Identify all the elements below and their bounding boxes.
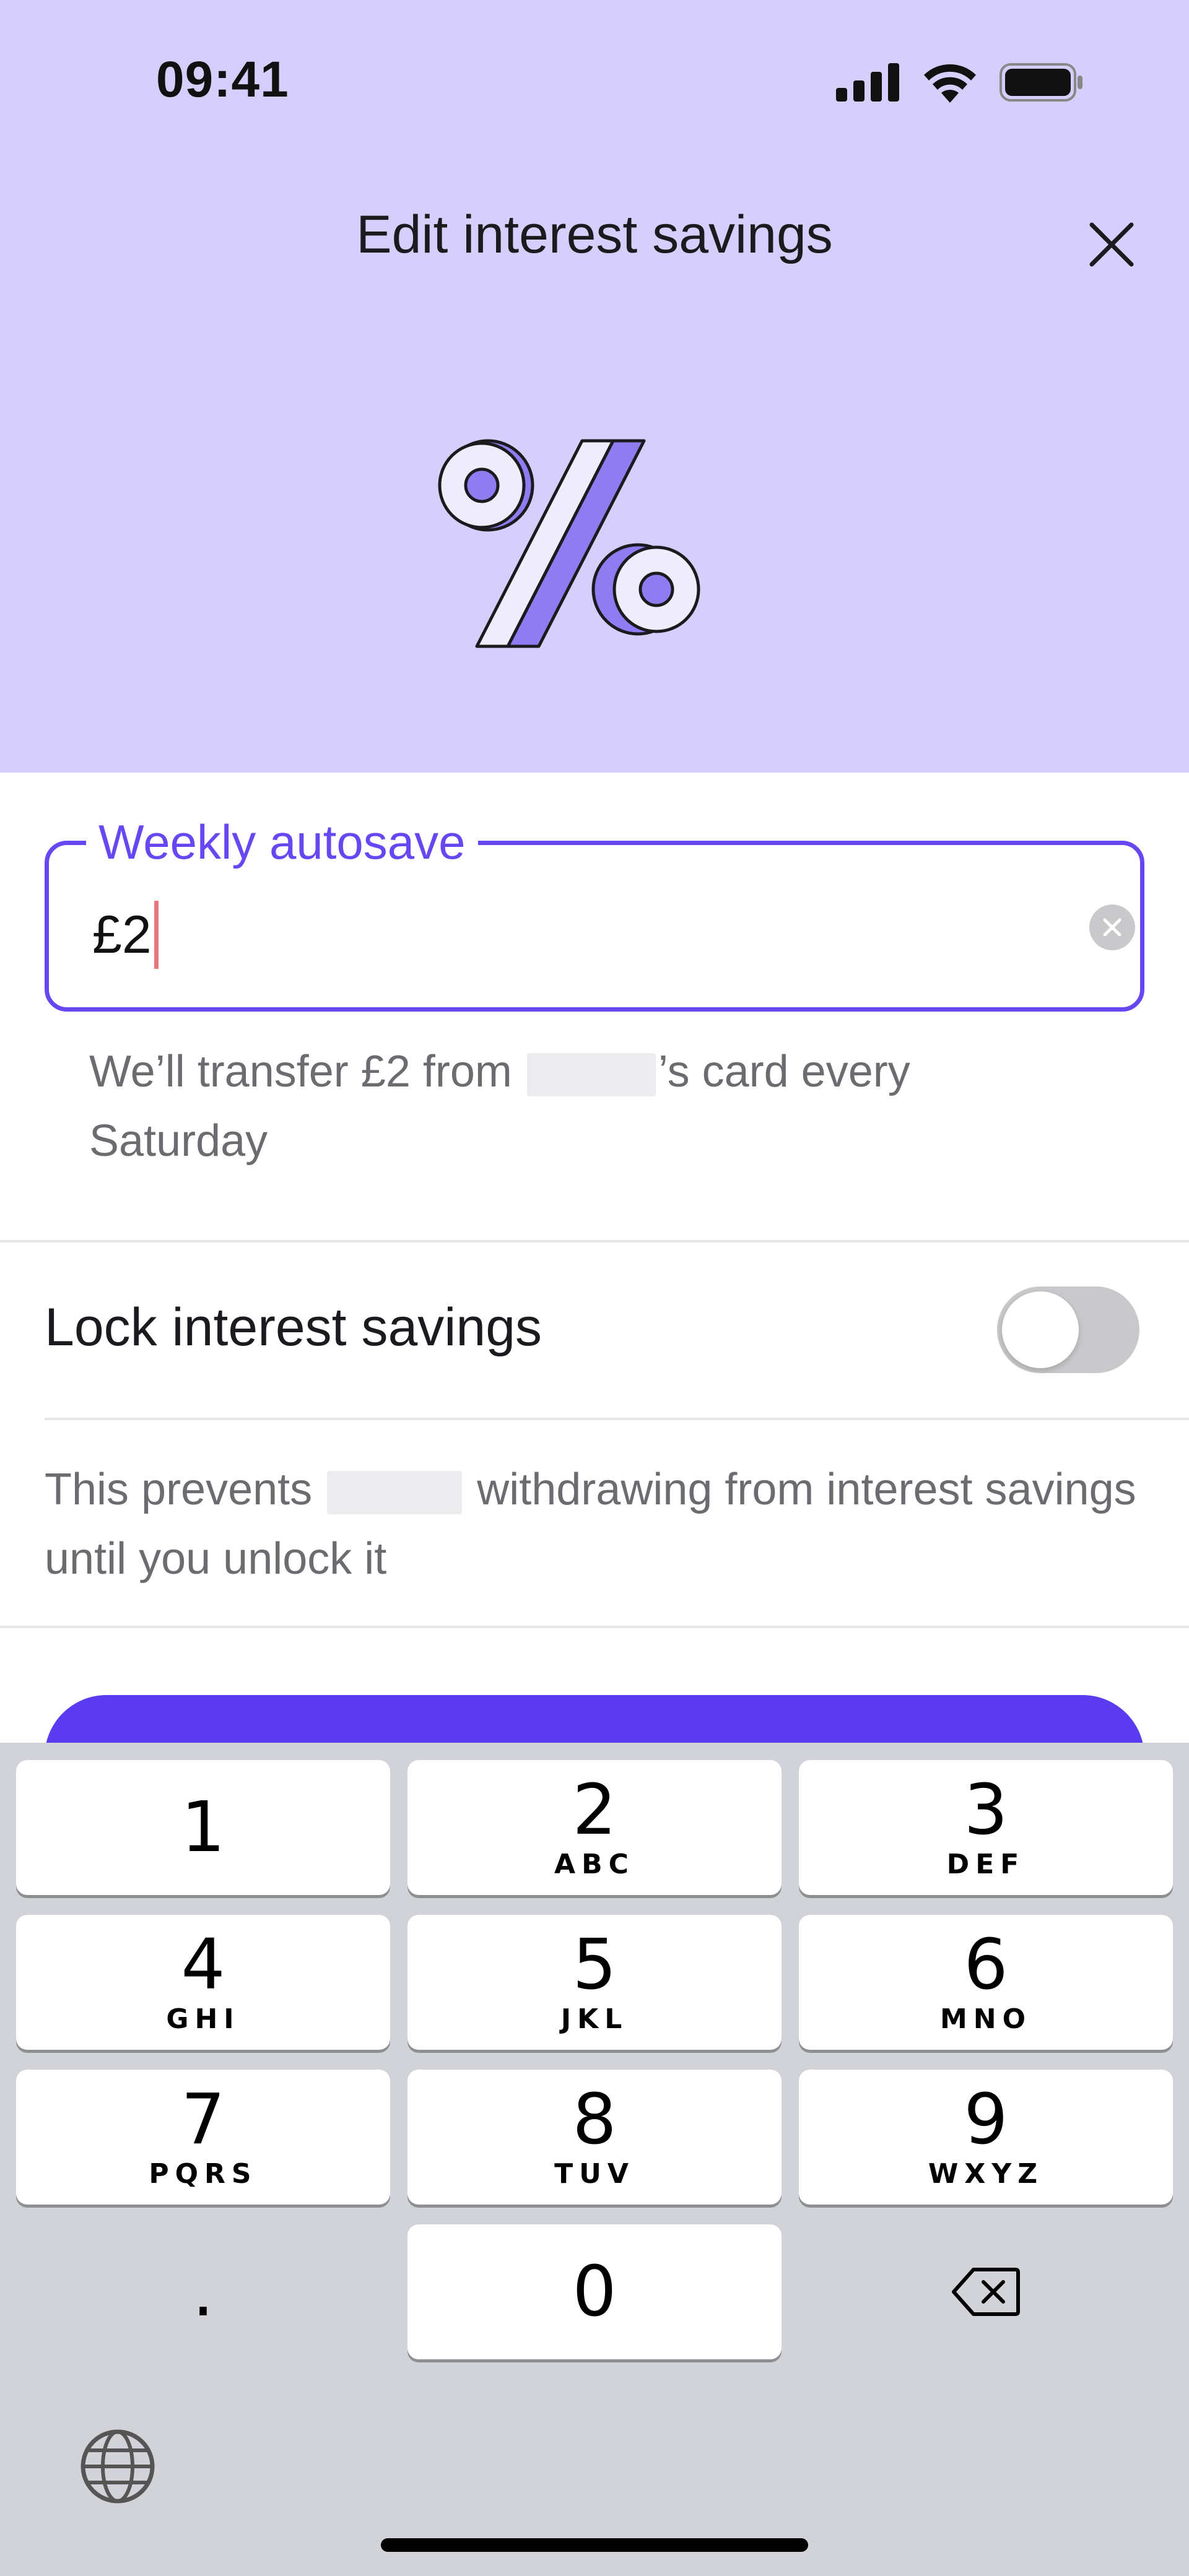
lock-toggle[interactable] [997, 1286, 1139, 1373]
autosave-input[interactable]: £2 [92, 901, 159, 969]
status-time: 09:41 [156, 51, 289, 108]
close-button[interactable] [1081, 214, 1143, 275]
close-icon [1089, 222, 1134, 267]
key-6[interactable]: 6 MNO [799, 1915, 1173, 2050]
lock-interest-label: Lock interest savings [45, 1298, 542, 1357]
battery-icon [1000, 63, 1082, 102]
key-decimal[interactable]: . [16, 2224, 390, 2359]
toggle-knob [1002, 1291, 1079, 1368]
key-letters: DEF [946, 1848, 1026, 1880]
key-0[interactable]: 0 [407, 2224, 782, 2359]
key-number: 2 [572, 1769, 617, 1850]
key-1[interactable]: 1 [16, 1760, 390, 1895]
text-caret [154, 901, 159, 969]
key-letters: GHI [166, 2003, 240, 2035]
key-number: 5 [572, 1924, 617, 2005]
key-number: 1 [181, 1787, 225, 1868]
key-9[interactable]: 9 WXYZ [799, 2070, 1173, 2205]
field-label: Weekly autosave [86, 814, 478, 870]
key-7[interactable]: 7 PQRS [16, 2070, 390, 2205]
key-2[interactable]: 2 ABC [407, 1760, 782, 1895]
key-4[interactable]: 4 GHI [16, 1915, 390, 2050]
key-letters: TUV [554, 2158, 635, 2190]
key-5[interactable]: 5 JKL [407, 1915, 782, 2050]
key-letters: JKL [560, 2003, 629, 2035]
key-number: . [192, 2252, 214, 2332]
weekly-autosave-field[interactable]: Weekly autosave £2 [45, 814, 1144, 1012]
key-8[interactable]: 8 TUV [407, 2070, 782, 2205]
key-number: 6 [964, 1924, 1008, 2005]
delete-key[interactable] [799, 2224, 1173, 2359]
lock-description: This prevents withdrawing from interest … [45, 1455, 1153, 1594]
helper-prefix: We’ll transfer £2 from [89, 1047, 512, 1096]
autosave-value: £2 [92, 904, 152, 965]
header: 09:41 Edit interest savings [0, 0, 1189, 773]
divider [0, 1626, 1189, 1628]
page-title: Edit interest savings [356, 205, 833, 264]
divider [0, 1240, 1189, 1242]
key-number: 0 [572, 2252, 617, 2332]
globe-icon[interactable] [79, 2428, 156, 2505]
numeric-keyboard: 1 2 ABC 3 DEF 4 GHI 5 JKL 6 MNO 7 PQRS 8… [0, 1743, 1189, 2576]
wifi-icon [924, 64, 976, 103]
clear-icon [1103, 918, 1121, 937]
signal-icon [836, 63, 899, 102]
key-number: 3 [964, 1769, 1008, 1850]
percent-icon [438, 439, 700, 648]
key-letters: MNO [939, 2003, 1032, 2035]
backspace-icon [952, 2268, 1020, 2316]
divider [45, 1418, 1189, 1420]
autosave-helper-text: We’ll transfer £2 from ’s card every Sat… [89, 1037, 1092, 1176]
clear-button[interactable] [1089, 904, 1135, 950]
key-number: 9 [964, 2079, 1008, 2160]
redacted-name [327, 1470, 463, 1514]
home-indicator [381, 2538, 808, 2552]
key-letters: ABC [554, 1848, 635, 1880]
key-number: 4 [181, 1924, 225, 2005]
key-number: 8 [572, 2079, 617, 2160]
status-icons [836, 61, 1084, 104]
redacted-name [526, 1052, 656, 1096]
key-letters: PQRS [149, 2158, 258, 2190]
key-number: 7 [181, 2079, 225, 2160]
lock-desc-prefix: This prevents [45, 1465, 313, 1514]
key-3[interactable]: 3 DEF [799, 1760, 1173, 1895]
key-letters: WXYZ [928, 2158, 1044, 2190]
